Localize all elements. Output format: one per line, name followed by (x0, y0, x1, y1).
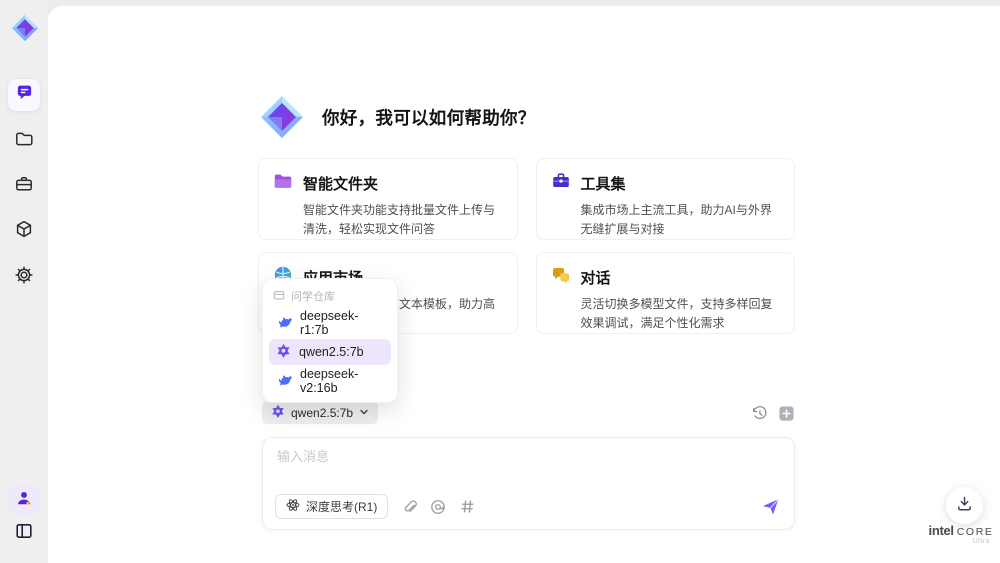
sidebar-item-chat[interactable] (8, 79, 40, 111)
history-icon[interactable] (750, 404, 768, 422)
chat-actions (750, 404, 795, 422)
ultra-wordmark: Ultra (972, 538, 990, 545)
card-title: 工具集 (580, 176, 626, 193)
app-logo-icon (10, 13, 40, 43)
sidebar-item-collapse[interactable] (8, 517, 40, 549)
folder-icon (14, 129, 34, 154)
card-title: 智能文件夹 (303, 176, 379, 193)
model-selector[interactable]: qwen2.5:7b (262, 401, 379, 424)
deep-think-label: 深度思考(R1) (306, 500, 378, 514)
deepseek-icon (276, 372, 292, 391)
core-wordmark: CORE (956, 526, 994, 538)
card-title: 对话 (580, 270, 611, 287)
message-composer: 深度思考(R1) (262, 437, 795, 530)
sidebar-item-toolbox[interactable] (8, 170, 40, 202)
atom-icon (286, 498, 300, 515)
download-fab[interactable] (946, 487, 983, 524)
model-selector-label: qwen2.5:7b (291, 405, 354, 420)
chat-gold-icon (551, 265, 571, 290)
download-icon (956, 495, 973, 517)
greeting-title: 你好，我可以如何帮助你？ (322, 107, 536, 128)
model-option-deepseek-r1[interactable]: deepseek-r1:7b (269, 309, 391, 337)
cube-icon (14, 219, 34, 244)
card-conversation[interactable]: 对话 灵活切换多模型文件，支持多样回复效果调试，满足个性化需求 (535, 252, 795, 334)
sidebar-item-folders[interactable] (8, 125, 40, 157)
toolbox-icon (551, 171, 571, 196)
briefcase-icon (14, 174, 34, 199)
model-repo-header: 问学仓库 (269, 285, 391, 307)
at-circle-icon[interactable] (430, 499, 446, 515)
qwen-icon (271, 404, 285, 421)
model-option-qwen[interactable]: qwen2.5:7b (269, 339, 391, 365)
user-icon (15, 489, 33, 512)
sidebar-item-settings[interactable] (8, 261, 40, 293)
card-description: 灵活切换多模型文件，支持多样回复效果调试，满足个性化需求 (580, 297, 773, 330)
hash-icon[interactable] (459, 499, 475, 515)
model-option-deepseek-v2[interactable]: deepseek-v2:16b (269, 367, 391, 395)
chat-icon (15, 83, 34, 107)
model-dropdown: 问学仓库 deepseek-r1:7b qwen2.5:7b deepseek-… (262, 278, 398, 403)
chevron-down-icon (359, 406, 369, 420)
deep-think-toggle[interactable]: 深度思考(R1) (275, 494, 389, 519)
panel-icon (14, 521, 34, 546)
paperclip-icon[interactable] (401, 499, 417, 515)
intel-wordmark: intel (928, 523, 955, 538)
send-icon[interactable] (760, 497, 780, 517)
intel-core-logo: intel CORE Ultra (928, 523, 994, 545)
card-smart-folder[interactable]: 智能文件夹 智能文件夹功能支持批量文件上传与清洗，轻松实现文件问答 (258, 158, 518, 240)
sidebar-item-models[interactable] (8, 215, 40, 247)
new-chat-icon[interactable] (777, 404, 795, 422)
repo-icon (273, 289, 285, 304)
qwen-icon (276, 343, 291, 361)
sidebar-item-account[interactable] (9, 485, 39, 515)
gear-icon (14, 265, 34, 290)
deepseek-icon (276, 314, 292, 333)
folder-purple-icon (273, 171, 293, 196)
greeting: 你好，我可以如何帮助你？ (258, 93, 536, 141)
message-input[interactable] (277, 449, 677, 464)
sidebar (0, 0, 48, 563)
assistant-logo-icon (258, 93, 306, 141)
card-toolset[interactable]: 工具集 集成市场上主流工具，助力AI与外界无缝扩展与对接 (535, 158, 795, 240)
card-description: 智能文件夹功能支持批量文件上传与清洗，轻松实现文件问答 (303, 203, 496, 236)
card-description: 集成市场上主流工具，助力AI与外界无缝扩展与对接 (580, 203, 772, 236)
